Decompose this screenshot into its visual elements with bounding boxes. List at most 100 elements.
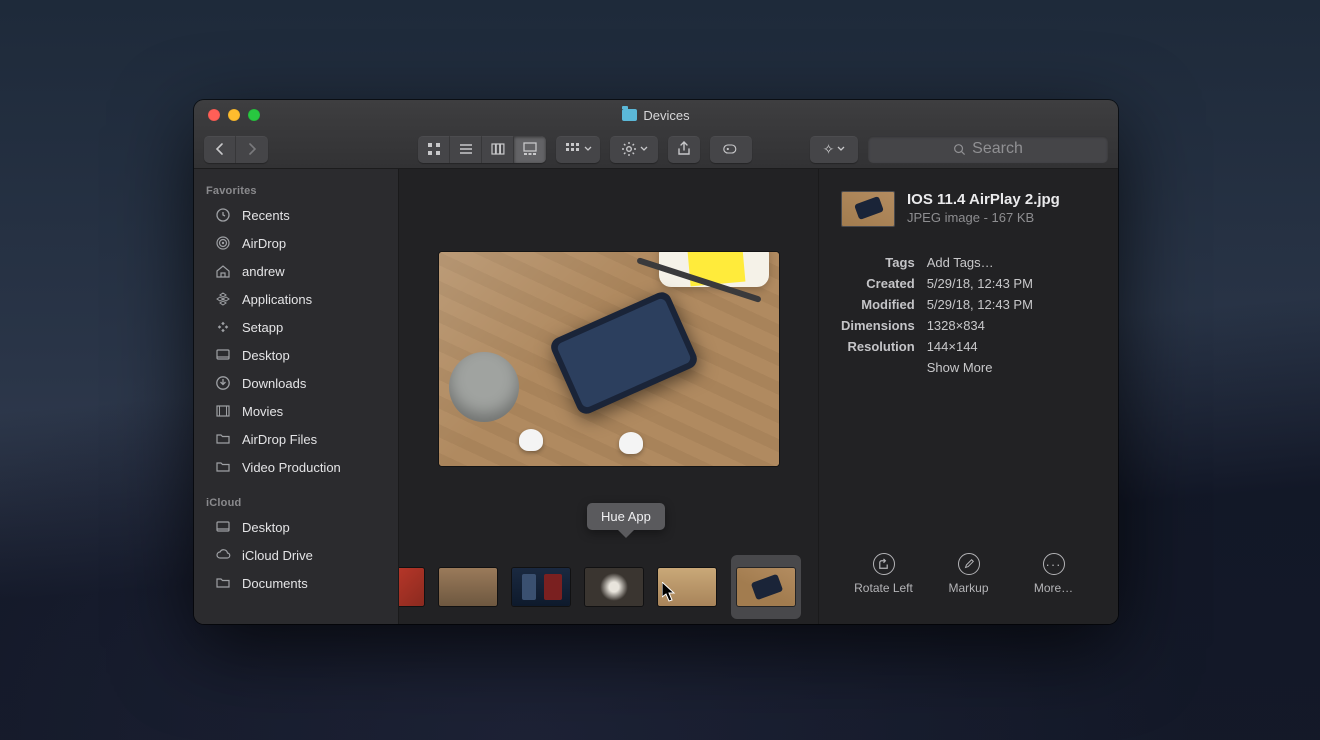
tag-icon — [723, 141, 739, 157]
preview-image[interactable] — [439, 252, 779, 466]
sidebar-item-icloud-desktop[interactable]: Desktop — [194, 513, 398, 541]
arrange-button[interactable] — [556, 136, 600, 163]
list-view-icon — [458, 141, 474, 157]
downloads-icon — [214, 374, 232, 392]
info-pane: IOS 11.4 AirPlay 2.jpg JPEG image - 167 … — [819, 169, 1118, 624]
sidebar-item-home[interactable]: andrew — [194, 257, 398, 285]
chevron-right-icon — [244, 141, 260, 157]
sidebar-item-airdrop[interactable]: AirDrop — [194, 229, 398, 257]
column-view-icon — [490, 141, 506, 157]
chevron-down-icon — [837, 145, 845, 153]
rotate-left-icon — [873, 553, 895, 575]
finder-window: Devices — [194, 100, 1118, 624]
quick-action-label: More… — [1034, 581, 1073, 595]
sidebar-item-setapp[interactable]: Setapp — [194, 313, 398, 341]
meta-value-modified: 5/29/18, 12:43 PM — [927, 297, 1096, 312]
quick-action-label: Rotate Left — [854, 581, 913, 595]
sidebar-item-label: iCloud Drive — [242, 548, 313, 563]
sidebar-item-label: Recents — [242, 208, 290, 223]
meta-value-dimensions: 1328×834 — [927, 318, 1096, 333]
icon-view-icon — [426, 141, 442, 157]
meta-value-resolution: 144×144 — [927, 339, 1096, 354]
toolbar: ✧ Search — [194, 130, 1118, 168]
quick-action-label: Markup — [948, 581, 988, 595]
folder-icon — [622, 109, 637, 121]
thumbnail-tooltip: Hue App — [587, 503, 665, 530]
cloud-icon — [214, 546, 232, 564]
meta-label-resolution: Resolution — [841, 339, 915, 354]
markup-button[interactable]: Markup — [929, 553, 1009, 595]
gallery-pane: Hue App — [399, 169, 819, 624]
sidebar-item-movies[interactable]: Movies — [194, 397, 398, 425]
sidebar-item-desktop[interactable]: Desktop — [194, 341, 398, 369]
apps-icon — [214, 290, 232, 308]
sidebar-item-label: Desktop — [242, 348, 290, 363]
file-type-size: JPEG image - 167 KB — [907, 210, 1060, 225]
sidebar-item-label: Desktop — [242, 520, 290, 535]
sidebar-item-label: Video Production — [242, 460, 341, 475]
share-button[interactable] — [668, 136, 700, 163]
search-field[interactable]: Search — [868, 136, 1108, 163]
chevron-down-icon — [640, 145, 648, 153]
chevron-down-icon — [584, 145, 592, 153]
dropbox-icon: ✧ — [823, 141, 835, 158]
thumbnail[interactable] — [512, 568, 570, 606]
meta-label-created: Created — [841, 276, 915, 291]
sidebar-item-recents[interactable]: Recents — [194, 201, 398, 229]
meta-label-dimensions: Dimensions — [841, 318, 915, 333]
list-view-button[interactable] — [450, 136, 482, 163]
sidebar-item-label: andrew — [242, 264, 285, 279]
column-view-button[interactable] — [482, 136, 514, 163]
home-icon — [214, 262, 232, 280]
sidebar-item-airdrop-files[interactable]: AirDrop Files — [194, 425, 398, 453]
sidebar-item-label: Setapp — [242, 320, 283, 335]
sidebar-item-video-production[interactable]: Video Production — [194, 453, 398, 481]
gear-icon — [621, 141, 637, 157]
window-title: Devices — [194, 108, 1118, 123]
sidebar: Favorites Recents AirDrop andrew Applica… — [194, 169, 399, 624]
desktop-icon — [214, 518, 232, 536]
action-button[interactable] — [610, 136, 658, 163]
thumbnail[interactable] — [585, 568, 643, 606]
sidebar-section-header: Favorites — [194, 181, 398, 201]
markup-icon — [958, 553, 980, 575]
sidebar-item-applications[interactable]: Applications — [194, 285, 398, 313]
thumbnail[interactable] — [399, 568, 424, 606]
dropbox-button[interactable]: ✧ — [810, 136, 858, 163]
thumbnail[interactable] — [658, 568, 716, 606]
meta-value-created: 5/29/18, 12:43 PM — [927, 276, 1096, 291]
meta-label-modified: Modified — [841, 297, 915, 312]
folder-icon — [214, 458, 232, 476]
metadata-grid: Tags Add Tags… Created 5/29/18, 12:43 PM… — [841, 255, 1096, 375]
thumbnail[interactable] — [439, 568, 497, 606]
icon-view-button[interactable] — [418, 136, 450, 163]
sidebar-item-label: Applications — [242, 292, 312, 307]
thumbnail-selected[interactable] — [731, 555, 801, 619]
more-icon: ··· — [1043, 553, 1065, 575]
add-tags-field[interactable]: Add Tags… — [927, 255, 1096, 270]
sidebar-item-documents[interactable]: Documents — [194, 569, 398, 597]
search-placeholder: Search — [972, 140, 1023, 158]
titlebar: Devices — [194, 100, 1118, 169]
chevron-left-icon — [212, 141, 228, 157]
sidebar-item-label: Downloads — [242, 376, 306, 391]
sidebar-section-header: iCloud — [194, 493, 398, 513]
more-actions-button[interactable]: ··· More… — [1014, 553, 1094, 595]
meta-label-tags: Tags — [841, 255, 915, 270]
gallery-view-button[interactable] — [514, 136, 546, 163]
thumbnail-strip[interactable]: Hue App — [399, 549, 818, 624]
show-more-button[interactable]: Show More — [927, 360, 1096, 375]
forward-button[interactable] — [236, 136, 268, 163]
back-button[interactable] — [204, 136, 236, 163]
sidebar-item-label: AirDrop Files — [242, 432, 317, 447]
gallery-view-icon — [522, 141, 538, 157]
tags-button[interactable] — [710, 136, 752, 163]
search-icon — [953, 143, 966, 156]
sidebar-item-icloud-drive[interactable]: iCloud Drive — [194, 541, 398, 569]
arrange-icon — [565, 141, 581, 157]
movies-icon — [214, 402, 232, 420]
folder-icon — [214, 430, 232, 448]
sidebar-item-label: Documents — [242, 576, 308, 591]
sidebar-item-downloads[interactable]: Downloads — [194, 369, 398, 397]
rotate-left-button[interactable]: Rotate Left — [844, 553, 924, 595]
